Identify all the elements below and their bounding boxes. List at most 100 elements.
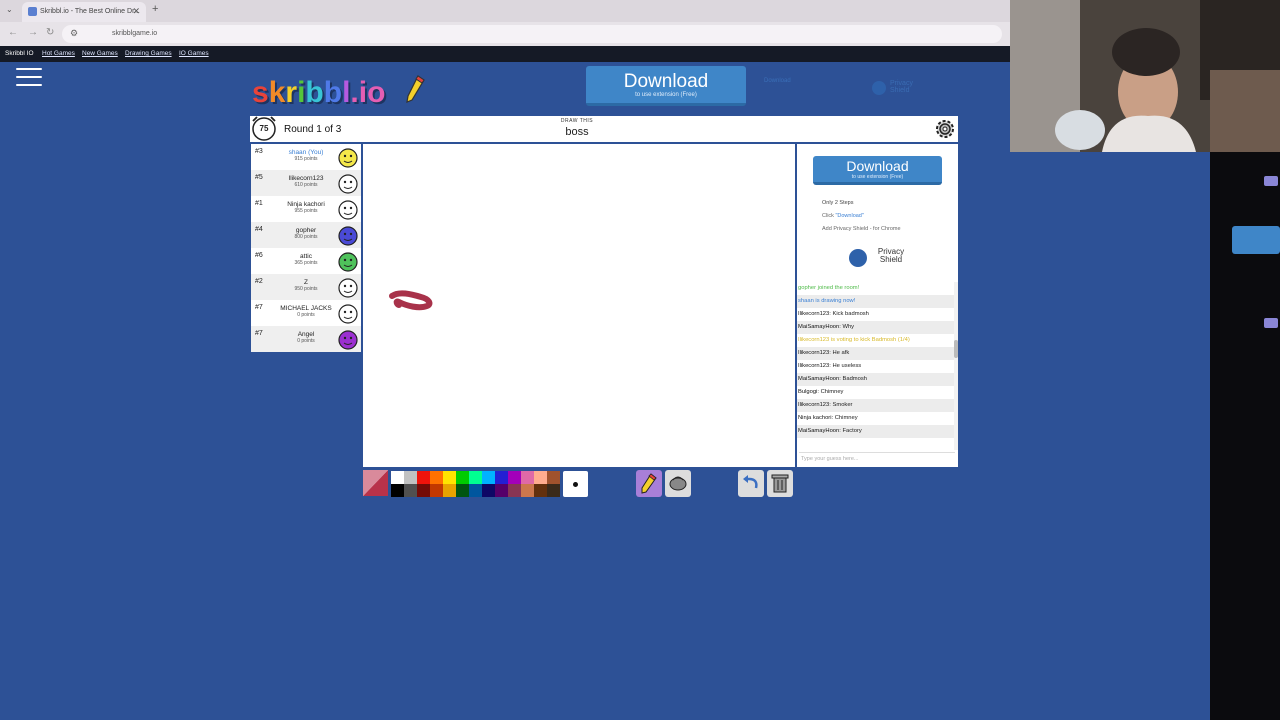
menu-icon[interactable] — [16, 68, 42, 88]
player-name: MICHAEL JACKS — [280, 305, 332, 312]
back-icon[interactable]: ← — [8, 27, 18, 38]
side-privacy-shield-logo[interactable]: Privacy Shield — [849, 248, 909, 268]
player-rank: #5 — [255, 174, 263, 181]
current-word: boss — [565, 126, 589, 138]
color-swatch[interactable] — [521, 471, 534, 484]
chat-scrollbar[interactable] — [954, 282, 958, 450]
chat-message: MaiSamayHoon: Factory — [797, 425, 955, 438]
shield-line1: Privacy — [890, 80, 913, 87]
top-download-button[interactable]: Download to use extension (Free) — [586, 66, 746, 106]
player-avatar — [338, 330, 358, 350]
tab-search-icon[interactable]: ⌄ — [6, 5, 13, 14]
color-swatch[interactable] — [417, 471, 430, 484]
chat-text: gopher joined the room! — [798, 285, 860, 291]
logo-letter: .io — [350, 76, 386, 109]
player-name: Angel — [297, 331, 315, 338]
logo-letter: b — [305, 76, 324, 109]
site-nav: Skribbl IO Hot Games New Games Drawing G… — [0, 46, 1010, 62]
player-row[interactable]: #3 shaan (You) 915 points — [251, 144, 361, 170]
color-swatch[interactable] — [443, 471, 456, 484]
color-swatch[interactable] — [417, 484, 430, 497]
brush-size-button[interactable] — [563, 471, 588, 497]
nav-hot-games[interactable]: Hot Games — [42, 50, 75, 57]
chat-sender: Ilikecorn123: — [798, 363, 831, 369]
color-swatch[interactable] — [521, 484, 534, 497]
fill-bucket-icon[interactable] — [665, 470, 691, 497]
player-row[interactable]: #6 attic 365 points — [251, 248, 361, 274]
color-swatch[interactable] — [404, 484, 417, 497]
logo-letter: s — [252, 76, 269, 109]
undo-icon[interactable] — [738, 470, 764, 497]
side-download-sub: to use extension (Free) — [851, 174, 904, 180]
player-row[interactable]: #4 gopher 800 points — [251, 222, 361, 248]
color-swatch[interactable] — [508, 471, 521, 484]
site-info-icon[interactable]: ⚙ — [70, 28, 78, 39]
player-points: 915 points — [294, 156, 318, 162]
new-tab-button[interactable]: + — [152, 3, 158, 15]
color-swatch[interactable] — [547, 484, 560, 497]
color-swatch[interactable] — [404, 471, 417, 484]
color-swatch[interactable] — [430, 484, 443, 497]
player-avatar — [338, 304, 358, 324]
color-swatch[interactable] — [482, 484, 495, 497]
player-row[interactable]: #7 MICHAEL JACKS 0 points — [251, 300, 361, 326]
nav-drawing-games[interactable]: Drawing Games — [125, 50, 172, 57]
color-swatch[interactable] — [430, 471, 443, 484]
player-row[interactable]: #2 Z 950 points — [251, 274, 361, 300]
color-swatch[interactable] — [391, 484, 404, 497]
player-points: 955 points — [294, 208, 318, 214]
chat-sender: Ilikecorn123: — [798, 350, 831, 356]
player-row[interactable]: #1 Ninja kachori 955 points — [251, 196, 361, 222]
color-swatch[interactable] — [495, 471, 508, 484]
chat-sender: MaiSamayHoon: — [798, 376, 841, 382]
chat-log[interactable]: gopher joined the room! shaan is drawing … — [797, 282, 955, 450]
color-swatch[interactable] — [469, 484, 482, 497]
color-swatch[interactable] — [456, 484, 469, 497]
player-rank: #1 — [255, 200, 263, 207]
color-swatch[interactable] — [534, 471, 547, 484]
site-brand-link[interactable]: Skribbl IO — [5, 50, 34, 57]
player-list: #3 shaan (You) 915 points #5 Ilikecorn123 610… — [251, 144, 361, 352]
step-two: Add Privacy Shield - for Chrome — [822, 226, 901, 232]
player-name: attic — [300, 253, 312, 260]
side-download-button[interactable]: Download to use extension (Free) — [813, 156, 942, 185]
player-points: 365 points — [294, 260, 318, 266]
chat-message: gopher joined the room! — [797, 282, 955, 295]
settings-gear-icon[interactable] — [934, 118, 956, 140]
pencil-icon[interactable] — [636, 470, 662, 497]
reload-icon[interactable]: ↻ — [46, 27, 54, 38]
step-one-link[interactable]: "Download" — [835, 213, 863, 219]
player-name: Ilikecorn123 — [288, 175, 324, 182]
player-row[interactable]: #5 Ilikecorn123 610 points — [251, 170, 361, 196]
color-swatch[interactable] — [391, 471, 404, 484]
color-swatch[interactable] — [495, 484, 508, 497]
chat-text: Badmosh — [842, 376, 867, 382]
nav-io-games[interactable]: IO Games — [179, 50, 209, 57]
download-label: Download — [623, 71, 709, 92]
browser-tab[interactable]: Skribbl.io - The Best Online Dr... ✕ — [22, 2, 146, 22]
address-bar[interactable]: ⚙ skribblgame.io — [62, 25, 1002, 43]
nav-new-games[interactable]: New Games — [82, 50, 118, 57]
color-swatch[interactable] — [482, 471, 495, 484]
step-one: Click "Download" — [822, 213, 864, 219]
trash-icon[interactable] — [767, 470, 793, 497]
color-swatch[interactable] — [534, 484, 547, 497]
player-avatar — [338, 174, 358, 194]
close-tab-icon[interactable]: ✕ — [132, 6, 140, 17]
drawing-canvas[interactable] — [363, 144, 795, 467]
chat-input[interactable]: Type your guess here... — [799, 452, 955, 465]
globe-icon — [872, 81, 886, 95]
color-swatch[interactable] — [456, 471, 469, 484]
player-avatar — [338, 278, 358, 298]
download-link-faint[interactable]: Download — [764, 78, 791, 84]
color-swatch[interactable] — [508, 484, 521, 497]
player-points: 0 points — [297, 338, 315, 344]
chat-sender: MaiSamayHoon: — [798, 324, 841, 330]
forward-icon[interactable]: → — [28, 27, 38, 38]
player-row[interactable]: #7 Angel 0 points — [251, 326, 361, 352]
color-swatch[interactable] — [469, 471, 482, 484]
privacy-shield-logo[interactable]: Privacy Shield — [872, 80, 932, 98]
skribbl-logo[interactable]: skribbl.io — [252, 76, 385, 110]
color-swatch[interactable] — [547, 471, 560, 484]
color-swatch[interactable] — [443, 484, 456, 497]
